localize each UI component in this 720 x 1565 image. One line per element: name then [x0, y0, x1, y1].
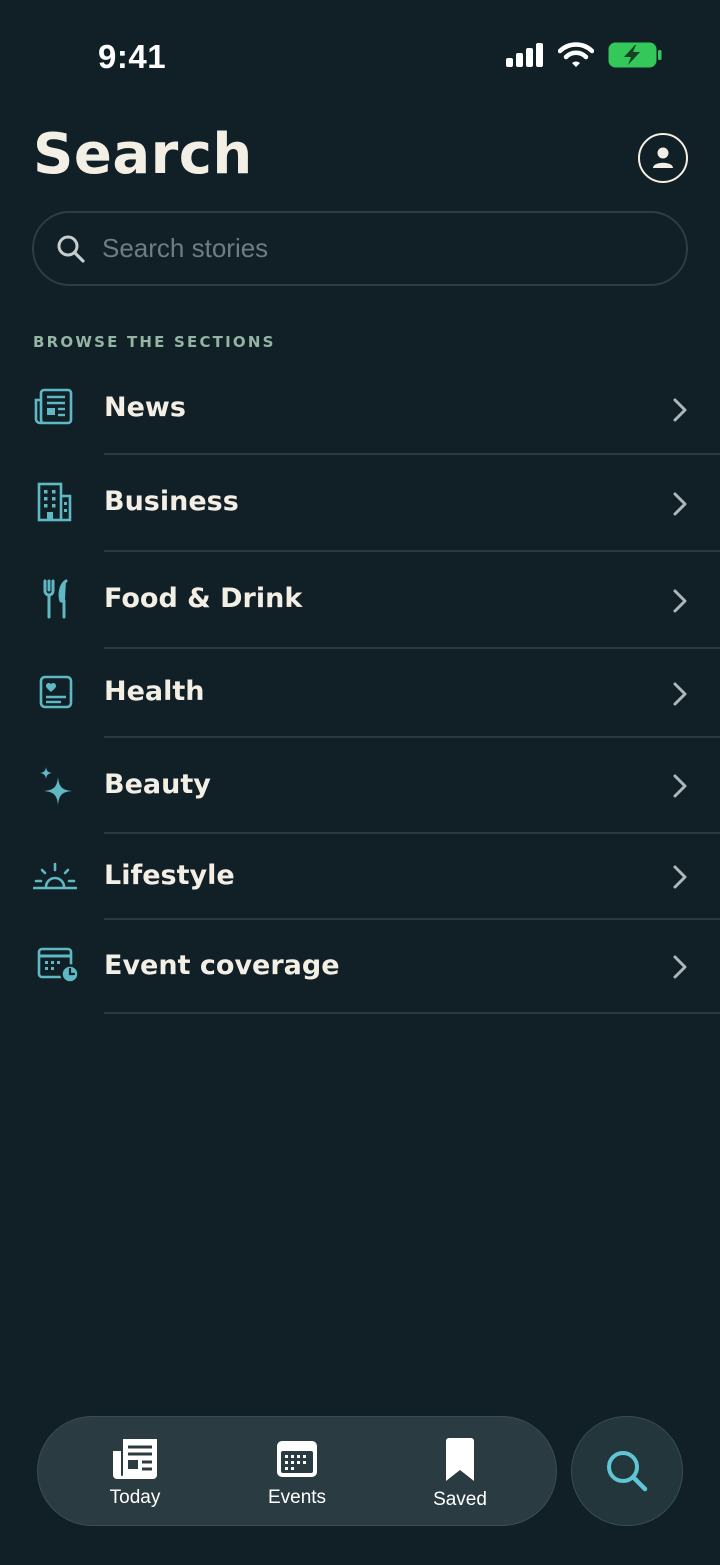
profile-button[interactable] — [638, 133, 688, 183]
chevron-right-icon — [673, 774, 687, 798]
section-item-news[interactable]: News — [0, 370, 720, 454]
divider — [104, 832, 720, 834]
page-title: Search — [33, 122, 253, 187]
section-label: BROWSE THE SECTIONS — [33, 333, 276, 351]
fork-knife-icon — [43, 579, 68, 619]
tab-today[interactable]: Today — [60, 1417, 210, 1527]
status-bar: 9:41 — [0, 0, 720, 110]
section-item-label: Business — [104, 486, 239, 517]
chevron-right-icon — [673, 492, 687, 516]
divider — [104, 918, 720, 920]
calendar-clock-icon — [37, 947, 80, 983]
status-icons — [506, 42, 662, 68]
cellular-signal-icon — [506, 43, 543, 67]
section-item-food-drink[interactable]: Food & Drink — [0, 553, 720, 647]
health-card-icon — [39, 675, 73, 709]
chevron-right-icon — [673, 589, 687, 613]
battery-charging-icon — [608, 42, 662, 68]
tab-label: Saved — [433, 1489, 487, 1510]
search-icon — [57, 235, 85, 263]
section-item-beauty[interactable]: Beauty — [0, 739, 720, 832]
section-item-event-coverage[interactable]: Event coverage — [0, 921, 720, 1013]
section-item-lifestyle[interactable]: Lifestyle — [0, 835, 720, 919]
search-icon — [607, 1451, 648, 1492]
wifi-icon — [558, 42, 594, 67]
status-time: 9:41 — [98, 38, 167, 75]
section-item-label: News — [104, 392, 186, 423]
divider — [104, 647, 720, 649]
divider — [104, 736, 720, 738]
section-item-label: Lifestyle — [104, 860, 235, 891]
chevron-right-icon — [673, 955, 687, 979]
search-fab-button[interactable] — [571, 1416, 683, 1526]
chevron-right-icon — [673, 865, 687, 889]
chevron-right-icon — [673, 682, 687, 706]
search-screen: 9:41 Search Search stories BROWSE THE SE… — [0, 0, 720, 1565]
newspaper-icon — [113, 1439, 157, 1479]
divider — [104, 453, 720, 455]
tab-bar: Today Events Saved — [37, 1416, 557, 1526]
sparkle-icon — [40, 767, 72, 805]
search-box[interactable] — [32, 211, 688, 286]
sunrise-icon — [33, 862, 77, 890]
section-item-label: Beauty — [104, 769, 211, 800]
section-item-label: Food & Drink — [104, 583, 303, 614]
divider — [104, 550, 720, 552]
section-item-label: Event coverage — [104, 950, 340, 981]
building-icon — [37, 482, 72, 522]
section-item-health[interactable]: Health — [0, 650, 720, 736]
tab-saved[interactable]: Saved — [385, 1417, 535, 1527]
tab-events[interactable]: Events — [222, 1417, 372, 1527]
section-item-label: Health — [104, 676, 205, 707]
calendar-icon — [277, 1441, 317, 1477]
tab-label: Events — [267, 1487, 327, 1508]
person-icon — [653, 147, 673, 168]
divider — [104, 1012, 720, 1014]
tab-label: Today — [109, 1487, 161, 1508]
section-item-business[interactable]: Business — [0, 456, 720, 550]
chevron-right-icon — [673, 398, 687, 422]
search-input[interactable] — [102, 213, 662, 284]
bookmark-icon — [446, 1438, 474, 1481]
newspaper-icon — [34, 388, 73, 425]
